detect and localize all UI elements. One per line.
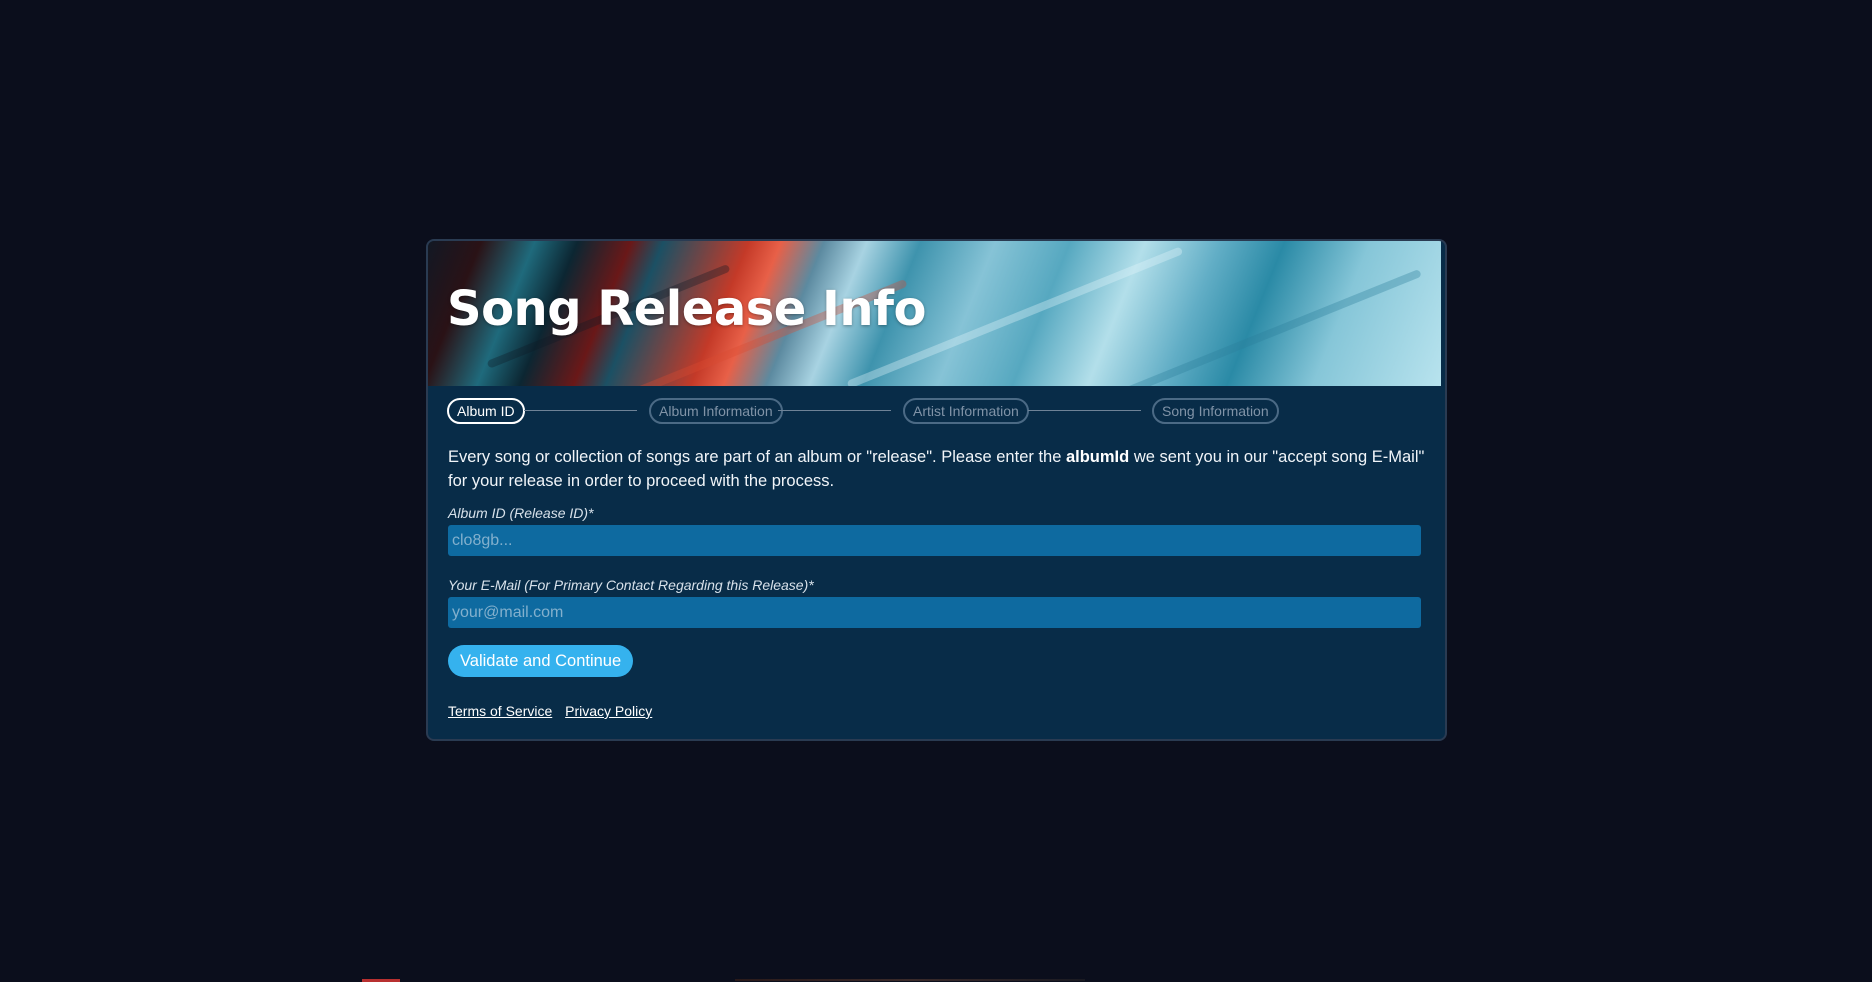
privacy-policy-link[interactable]: Privacy Policy: [565, 703, 652, 719]
terms-of-service-link[interactable]: Terms of Service: [448, 703, 552, 719]
step-connector: [1028, 410, 1141, 411]
release-info-card: Song Release Info Album ID Album Informa…: [426, 239, 1447, 741]
step-song-information: Song Information: [1152, 398, 1279, 424]
step-album-id: Album ID: [447, 398, 525, 424]
step-connector: [778, 410, 891, 411]
page: Song Release Info Album ID Album Informa…: [0, 0, 1872, 982]
intro-text: Every song or collection of songs are pa…: [448, 445, 1430, 493]
page-title: Song Release Info: [447, 281, 926, 337]
album-id-input[interactable]: [448, 525, 1421, 556]
step-artist-information: Artist Information: [903, 398, 1029, 424]
step-label: Artist Information: [913, 403, 1019, 419]
step-connector: [524, 410, 637, 411]
email-input[interactable]: [448, 597, 1421, 628]
step-album-information: Album Information: [649, 398, 783, 424]
intro-text-start: Every song or collection of songs are pa…: [448, 448, 1066, 466]
intro-album-id-term: albumId: [1065, 448, 1130, 466]
album-id-label: Album ID (Release ID)*: [448, 505, 594, 521]
progress-steps: Album ID Album Information Artist Inform…: [447, 398, 1424, 428]
footer-links: Terms of Service Privacy Policy: [448, 703, 661, 719]
email-label: Your E-Mail (For Primary Contact Regardi…: [448, 577, 814, 593]
header-banner-image: Song Release Info: [428, 241, 1441, 386]
validate-and-continue-button[interactable]: Validate and Continue: [448, 645, 634, 677]
step-label: Album ID: [457, 403, 515, 419]
bottom-faint-mark: [735, 979, 1085, 981]
step-label: Album Information: [659, 403, 773, 419]
step-label: Song Information: [1162, 403, 1269, 419]
